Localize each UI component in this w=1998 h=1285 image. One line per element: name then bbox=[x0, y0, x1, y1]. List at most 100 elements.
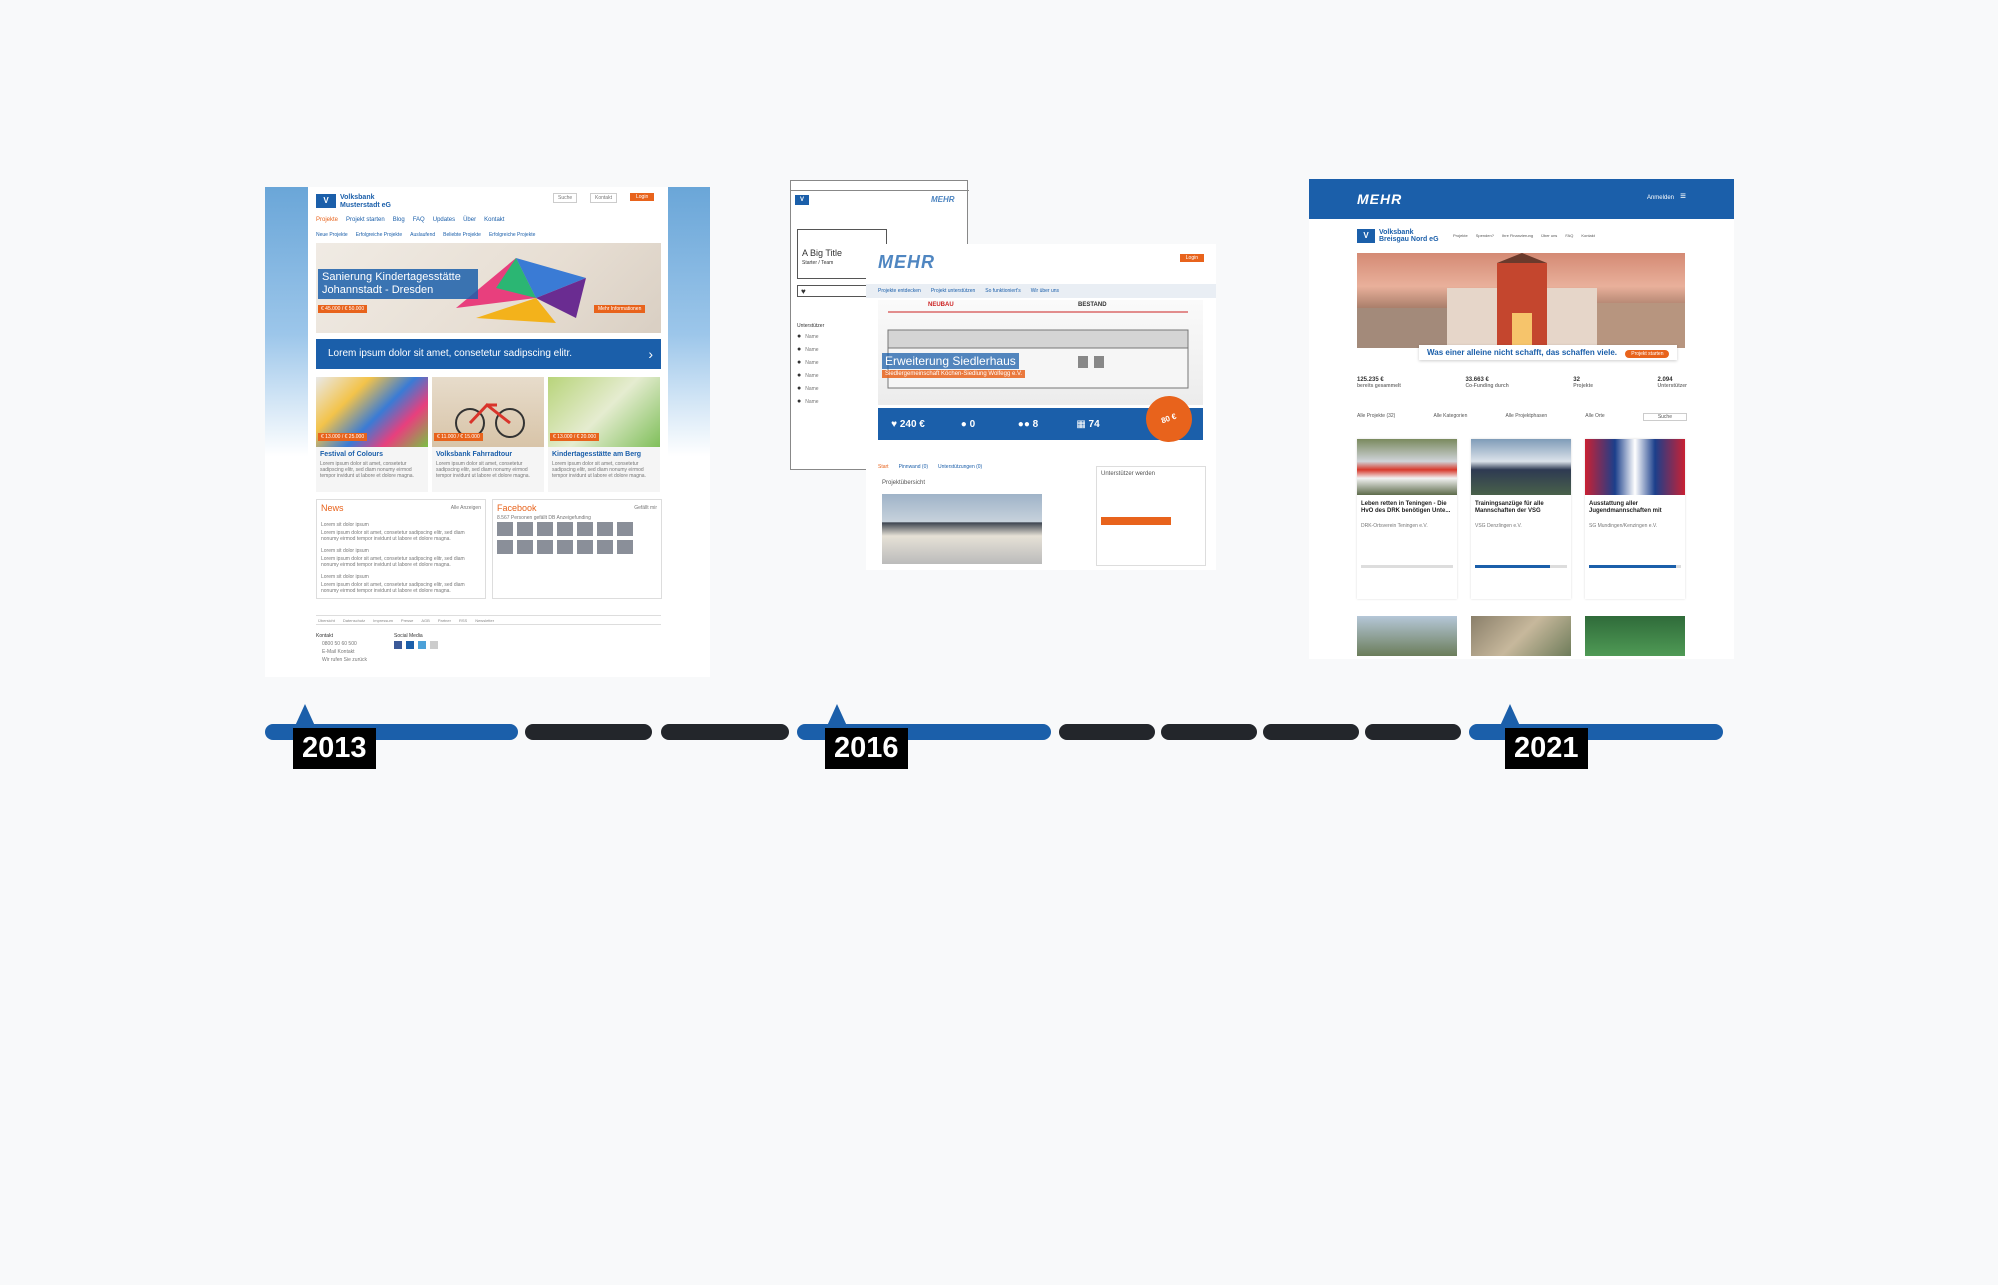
stat-value: 74 bbox=[1088, 418, 1100, 430]
wire-logo-icon: V bbox=[795, 195, 809, 205]
wire-supporter: ● Name bbox=[797, 385, 819, 392]
tab-pinnwand[interactable]: Pinnwand (0) bbox=[899, 464, 928, 470]
news-item[interactable]: Lorem sit dolor ipsum bbox=[321, 574, 369, 580]
nav-item[interactable]: Projekt unterstützen bbox=[931, 288, 975, 294]
news-item[interactable]: Lorem sit dolor ipsum bbox=[321, 548, 369, 554]
start-project-button[interactable]: Projekt starten bbox=[1625, 350, 1670, 358]
facebook-icon[interactable] bbox=[394, 641, 402, 649]
contact-button[interactable]: Kontakt bbox=[590, 193, 617, 203]
subnav-item[interactable]: Auslaufend bbox=[410, 232, 435, 238]
footer-link[interactable]: RSS bbox=[459, 618, 467, 623]
filter-phases-select[interactable]: Alle Projektphasen bbox=[1505, 413, 1547, 421]
nav-item[interactable]: FAQ bbox=[1565, 233, 1573, 238]
hero-info-button[interactable]: Mehr Informationen bbox=[594, 305, 646, 313]
footer-link[interactable]: Partner bbox=[438, 618, 451, 623]
project-thumb[interactable] bbox=[1585, 616, 1685, 656]
tab-supports[interactable]: Unterstützungen (0) bbox=[938, 464, 982, 470]
twitter-icon[interactable] bbox=[418, 641, 426, 649]
footer-link[interactable]: AGB bbox=[421, 618, 429, 623]
nav-item[interactable]: Kontakt bbox=[1581, 233, 1595, 238]
login-button[interactable]: Login bbox=[630, 193, 655, 201]
nav-item[interactable]: Blog bbox=[393, 217, 405, 223]
footer-link[interactable]: Datenschutz bbox=[343, 618, 365, 623]
stat-label: bereits gesammelt bbox=[1357, 383, 1401, 389]
page-2013: V Volksbank Musterstadt eG Suche Kontakt… bbox=[308, 187, 668, 677]
project-card[interactable]: Trainingsanzüge für alle Mannschaften de… bbox=[1471, 439, 1571, 599]
project-card[interactable]: € 13.000 / € 20.000 Kindertagesstätte am… bbox=[548, 377, 660, 492]
project-card[interactable]: Leben retten in Teningen - Die HvO des D… bbox=[1357, 439, 1457, 599]
bank-sub: Musterstadt eG bbox=[340, 202, 391, 209]
nav-item[interactable]: Projekt starten bbox=[346, 217, 385, 223]
wire-supporter-name: Name bbox=[805, 398, 819, 405]
nav-item[interactable]: Updates bbox=[433, 217, 455, 223]
heart-icon: ♥ bbox=[801, 287, 806, 296]
support-button[interactable] bbox=[1101, 517, 1171, 525]
card-title: Festival of Colours bbox=[320, 451, 384, 458]
avatar bbox=[617, 522, 633, 536]
nav-item[interactable]: So funktioniert's bbox=[985, 288, 1020, 294]
stat-value: 0 bbox=[969, 418, 976, 430]
menu-icon[interactable]: ≡ bbox=[1680, 191, 1686, 202]
contact-callback[interactable]: Wir rufen Sie zurück bbox=[322, 657, 367, 663]
project-thumb[interactable] bbox=[1471, 616, 1571, 656]
news-item[interactable]: Lorem sit dolor ipsum bbox=[321, 522, 369, 528]
timeline-marker-2016 bbox=[827, 704, 847, 726]
wire-title: A Big Title bbox=[802, 248, 843, 258]
project-card[interactable]: € 11.000 / € 15.000 Volksbank Fahrradtou… bbox=[432, 377, 544, 492]
hero-slider[interactable]: Sanierung Kindertagesstätte Johannstadt … bbox=[316, 243, 661, 333]
contact-email[interactable]: E-Mail Kontakt bbox=[322, 649, 355, 655]
footer-link[interactable]: Übersicht bbox=[318, 618, 335, 623]
project-card[interactable]: Ausstattung aller Jugendmannschaften mit… bbox=[1585, 439, 1685, 599]
wire-supporter-name: Name bbox=[805, 333, 819, 340]
card-org: SG Mundingen/Kenzingen e.V. bbox=[1589, 523, 1658, 529]
project-thumb[interactable] bbox=[1357, 616, 1457, 656]
tab-start[interactable]: Start bbox=[878, 464, 889, 470]
blue-banner[interactable]: Lorem ipsum dolor sit amet, consetetur s… bbox=[316, 339, 661, 369]
nav-item[interactable]: FAQ bbox=[413, 217, 425, 223]
card-price: € 13.000 / € 20.000 bbox=[550, 433, 600, 441]
news-all-link[interactable]: Alle Anzeigen bbox=[451, 505, 481, 511]
subnav-item[interactable]: Neue Projekte bbox=[316, 232, 348, 238]
stat-collected: 125.235 € bereits gesammelt bbox=[1357, 377, 1401, 389]
login-link[interactable]: Anmelden bbox=[1647, 195, 1674, 201]
chevron-right-icon[interactable]: › bbox=[648, 339, 653, 369]
nav-item[interactable]: Kontakt bbox=[484, 217, 504, 223]
footer-link[interactable]: Impressum bbox=[373, 618, 393, 623]
facebook-like-button[interactable]: Gefällt mir bbox=[634, 505, 657, 511]
wire-supporter-name: Name bbox=[805, 359, 819, 366]
filter-categories-select[interactable]: Alle Kategorien bbox=[1433, 413, 1467, 421]
nav-item[interactable]: Über uns bbox=[1541, 233, 1557, 238]
neubau-label: NEUBAU bbox=[928, 302, 954, 308]
card-price: € 13.000 / € 25.000 bbox=[318, 433, 368, 441]
contact-phone[interactable]: 0800 50 60 500 bbox=[322, 641, 357, 647]
heart-icon: ♥ bbox=[891, 418, 900, 430]
youtube-icon[interactable] bbox=[406, 641, 414, 649]
avatar bbox=[557, 522, 573, 536]
main-nav: Projekte Projekt starten Blog FAQ Update… bbox=[316, 217, 504, 223]
subnav-item[interactable]: Erfolgreiche Projekte bbox=[356, 232, 402, 238]
search-button[interactable]: Suche bbox=[553, 193, 578, 203]
filter-projects-select[interactable]: Alle Projekte (32) bbox=[1357, 413, 1395, 421]
share-icon[interactable] bbox=[430, 641, 438, 649]
nav-item[interactable]: Spenden? bbox=[1476, 233, 1494, 238]
avatar bbox=[617, 540, 633, 554]
footer-link[interactable]: Newsletter bbox=[475, 618, 494, 623]
main-nav: Projekte entdecken Projekt unterstützen … bbox=[866, 284, 1216, 298]
nav-item[interactable]: Über bbox=[463, 217, 476, 223]
project-card[interactable]: € 13.000 / € 25.000 Festival of Colours … bbox=[316, 377, 428, 492]
nav-item[interactable]: Projekte bbox=[1453, 233, 1468, 238]
person-icon: ● bbox=[797, 398, 802, 405]
footer-link[interactable]: Presse bbox=[401, 618, 413, 623]
nav-item[interactable]: Ihre Finanzierung bbox=[1502, 233, 1533, 238]
subnav-item[interactable]: Beliebte Projekte bbox=[443, 232, 481, 238]
wire-topbar bbox=[791, 181, 969, 191]
nav-item[interactable]: Projekte bbox=[316, 217, 338, 223]
nav-item[interactable]: Projekte entdecken bbox=[878, 288, 921, 294]
card-title: Ausstattung aller Jugendmannschaften mit bbox=[1589, 501, 1662, 514]
nav-item[interactable]: Wir über uns bbox=[1031, 288, 1059, 294]
login-button[interactable]: Login bbox=[1179, 254, 1204, 262]
subnav-item[interactable]: Erfolgreiche Projekte bbox=[489, 232, 535, 238]
filter-places-select[interactable]: Alle Orte bbox=[1585, 413, 1604, 421]
year-label-2016: 2016 bbox=[825, 728, 908, 769]
search-input[interactable]: Suche bbox=[1642, 413, 1687, 421]
